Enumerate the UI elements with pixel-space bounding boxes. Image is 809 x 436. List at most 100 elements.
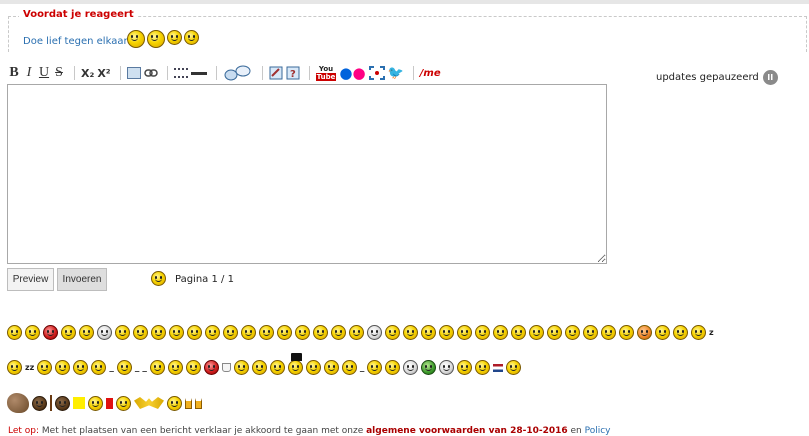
smiley-icon[interactable] [583,325,598,340]
smiley-icon[interactable] [241,325,256,340]
smiley-icon[interactable] [295,325,310,340]
smiley-icon[interactable] [439,325,454,340]
smiley-icon[interactable] [116,395,131,411]
smiley-icon[interactable] [133,325,148,340]
smiley-icon[interactable] [601,325,616,340]
cow-smiley-icon[interactable] [439,360,455,375]
smiley-icon[interactable] [25,325,40,340]
smiley-icon[interactable] [97,325,112,340]
submit-button[interactable]: Invoeren [57,268,107,291]
smiley-icon[interactable] [565,325,580,340]
smiley-icon[interactable] [637,325,652,340]
smiley-icon[interactable] [7,325,22,340]
smiley-icon[interactable] [457,325,472,340]
help-button[interactable]: ? [286,65,300,81]
image-button[interactable] [126,65,141,81]
smiley-icon[interactable] [259,325,274,340]
smiley-icon[interactable] [547,325,562,340]
quote-icon [224,65,251,81]
superscript-button[interactable]: X² [97,65,110,81]
smiley-row: z [7,325,714,340]
edit-button[interactable] [269,65,283,81]
smiley-icon[interactable] [32,395,47,411]
pause-button[interactable]: II [762,70,778,85]
smiley-icon[interactable] [493,325,508,340]
quote-button[interactable] [223,65,253,81]
smiley-icon[interactable] [149,360,165,375]
smiley-icon[interactable] [385,360,401,375]
smiley-icon[interactable] [341,360,357,375]
smiley-icon[interactable] [37,360,53,375]
smiley-icon[interactable] [167,395,182,411]
youtube-button[interactable]: You Tube [315,65,337,81]
smiley-icon[interactable] [185,360,201,375]
smiley-icon[interactable] [91,360,107,375]
me-button[interactable]: /me [420,65,441,81]
smiley-icon[interactable] [251,360,267,375]
link-button[interactable] [143,65,158,81]
message-textarea[interactable] [7,84,607,264]
subscript-button[interactable]: X₂ [81,65,94,81]
strikethrough-button[interactable]: S [53,65,65,81]
flickr-button[interactable]: ● ● [339,65,365,81]
smiley-icon[interactable] [7,360,22,375]
smiley-icon[interactable] [115,325,130,340]
smiley-icon[interactable] [55,395,70,411]
smiley-icon[interactable] [305,360,321,375]
smiley-icon[interactable] [619,325,634,340]
santa-smiley-icon[interactable] [403,360,419,375]
policy-link[interactable]: Policy [585,426,611,436]
smiley-icon[interactable] [673,325,688,340]
flickr-icon: ● [339,64,353,82]
fullscreen-button[interactable] [368,65,385,81]
smiley-icon[interactable] [457,360,473,375]
smiley-icon[interactable] [331,325,346,340]
smiley-icon[interactable] [655,325,670,340]
smiley-icon[interactable] [475,360,491,375]
smiley-icon[interactable] [421,325,436,340]
smiley-icon[interactable] [205,325,220,340]
italic-button[interactable]: I [23,65,35,81]
pagination: Pagina 1 / 1 [175,274,234,285]
smiley-icon[interactable] [151,325,166,340]
underline-button[interactable]: U [38,65,50,81]
preview-button[interactable]: Preview [7,268,54,291]
smiley-icon[interactable] [323,360,339,375]
list-button[interactable] [173,65,188,81]
bat-icon[interactable] [134,397,164,409]
terms-link[interactable]: algemene voorwaarden van 28-10-2016 [366,426,568,436]
smiley-icon[interactable] [367,360,383,375]
smiley-icon[interactable] [88,395,103,411]
smiley-icon[interactable] [403,325,418,340]
angry-smiley-icon[interactable] [43,325,58,340]
smiley-icon[interactable] [691,325,706,340]
tophat-smiley-icon[interactable] [287,353,303,375]
smiley-icon[interactable] [61,325,76,340]
twitter-button[interactable]: 🐦 [388,65,404,81]
smiley-icon[interactable] [223,325,238,340]
devil-smiley-icon[interactable] [203,360,219,375]
smiley-icon[interactable] [55,360,71,375]
smiley-icon[interactable] [277,325,292,340]
smiley-icon[interactable] [506,360,522,375]
smiley-icon[interactable] [151,271,166,286]
smiley-icon[interactable] [116,360,132,375]
smiley-icon[interactable] [233,360,249,375]
smiley-icon[interactable] [529,325,544,340]
smiley-icon[interactable] [73,360,89,375]
smiley-icon[interactable] [511,325,526,340]
smiley-icon[interactable] [169,325,184,340]
smiley-icon[interactable] [167,360,183,375]
bold-button[interactable]: B [8,65,20,81]
rock-icon[interactable] [7,393,29,413]
horizontal-rule-button[interactable] [190,65,207,81]
smiley-icon[interactable] [269,360,285,375]
smiley-icon[interactable] [349,325,364,340]
smiley-icon[interactable] [313,325,328,340]
smiley-icon[interactable] [79,325,94,340]
smiley-icon[interactable] [367,325,382,340]
smiley-icon[interactable] [187,325,202,340]
reindeer-smiley-icon[interactable] [421,360,437,375]
smiley-icon[interactable] [385,325,400,340]
smiley-icon[interactable] [475,325,490,340]
